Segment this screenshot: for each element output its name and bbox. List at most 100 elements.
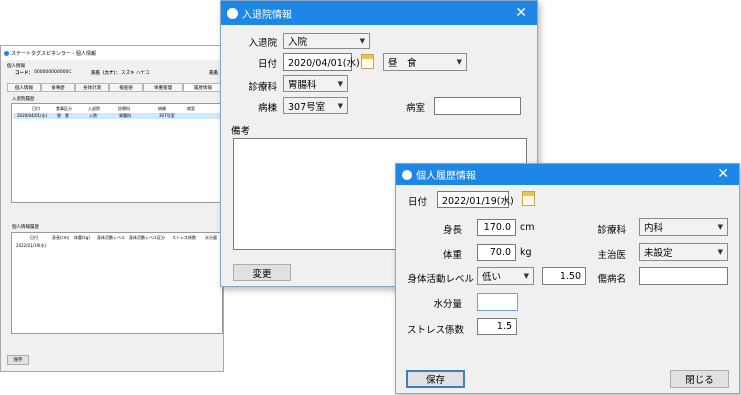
app-logo-icon	[4, 50, 9, 56]
close-button[interactable]: 閉じる	[670, 370, 729, 388]
admission-select-value: 入院	[288, 37, 308, 48]
change-button[interactable]: 変更	[233, 264, 291, 281]
chevron-down-icon: ▼	[523, 272, 529, 280]
meal-select-value: 昼 食	[388, 58, 417, 69]
code-label: コード：	[15, 71, 33, 76]
department-label: 診療科	[597, 225, 626, 236]
weight-label: 体重	[442, 250, 462, 261]
name-kana-value: スズキ ハナコ	[121, 71, 150, 76]
main-save-button[interactable]: 保存	[7, 355, 29, 365]
height-unit: cm	[520, 222, 535, 233]
activity-level-label: 身体活動レベル	[407, 274, 474, 285]
ward-select-value: 307号室	[288, 101, 326, 113]
department-label: 診療科	[248, 82, 277, 93]
admission-dialog-titlebar: 入退院情報 ✕	[221, 1, 537, 25]
doctor-label: 主治医	[597, 250, 626, 261]
admission-dialog-title: 入退院情報	[242, 9, 292, 21]
close-icon[interactable]: ✕	[717, 166, 729, 182]
chevron-down-icon: ▼	[717, 223, 723, 231]
date-label: 日付	[408, 197, 428, 208]
table-cell: 胃腸科	[119, 113, 131, 118]
water-field[interactable]	[477, 293, 518, 311]
date-field[interactable]: 2020/04/01(水)	[283, 53, 360, 71]
department-select-value: 内科	[644, 223, 664, 234]
tab-nutrition[interactable]: 栄養管理	[143, 83, 183, 92]
weight-field[interactable]: 70.0	[477, 244, 516, 261]
grid-header: 病室	[187, 106, 195, 111]
water-label: 水分量	[433, 299, 462, 310]
main-window: ステートタグスピネンラー - 個人情報 個人情報 コード： 0000000000…	[0, 45, 224, 372]
chevron-down-icon: ▼	[337, 101, 343, 110]
department-select-value: 胃腸科	[288, 79, 317, 91]
height-label: 身長	[442, 225, 462, 236]
calendar-icon[interactable]	[361, 54, 374, 69]
main-window-title: ステートタグスピネンラー - 個人情報	[11, 50, 96, 57]
name-kana-label: 氏名（カナ）：	[91, 71, 121, 76]
grid-header: 体重(kg)	[74, 235, 90, 240]
grid-header: 診療科	[118, 106, 130, 111]
grid-header: 水分量	[205, 235, 217, 240]
personal-dialog-titlebar: 個人履歴情報 ✕	[396, 164, 739, 185]
table-cell: 307号室	[159, 113, 175, 118]
admission-label: 入退院	[248, 38, 277, 49]
stress-coefficient-field[interactable]: 1.5	[477, 318, 517, 335]
disease-field[interactable]	[639, 267, 728, 285]
activity-level-select[interactable]: 低い ▼	[477, 267, 534, 285]
calendar-icon[interactable]	[522, 191, 535, 206]
date-label: 日付	[257, 59, 277, 70]
height-field[interactable]: 170.0	[477, 219, 516, 236]
table-cell: 入院	[89, 113, 97, 118]
room-label: 病室	[406, 103, 426, 114]
save-button[interactable]: 保存	[406, 370, 465, 388]
disease-label: 傷病名	[597, 274, 626, 285]
weight-unit: kg	[520, 247, 532, 258]
ward-label: 病棟	[257, 103, 277, 114]
grid-header: 入退院	[88, 106, 100, 111]
department-select[interactable]: 内科 ▼	[639, 218, 728, 236]
app-logo-icon	[227, 7, 238, 19]
personal-history-dialog: 個人履歴情報 ✕ 日付 2022/01/19(水) 身長 170.0 cm 体重…	[395, 163, 740, 394]
personal-dialog-title: 個人履歴情報	[416, 171, 476, 182]
meal-select[interactable]: 昼 食 ▼	[383, 53, 467, 71]
header-label: 個人情報	[7, 64, 25, 69]
ward-select[interactable]: 307号室 ▼	[283, 97, 348, 114]
tab-personal-info[interactable]: 個人情報	[7, 83, 41, 92]
chevron-down-icon: ▼	[359, 37, 365, 45]
grid-header: 身体活動レベル	[97, 235, 125, 240]
admission-history-label: 入退院履歴	[12, 97, 35, 102]
department-select[interactable]: 胃腸科 ▼	[283, 75, 348, 92]
grid-header: 病棟	[158, 106, 166, 111]
tab-body-measurement[interactable]: 身体計測	[75, 83, 109, 92]
grid-header: 身体活動レベル区分	[129, 235, 165, 240]
admission-select[interactable]: 入院 ▼	[283, 33, 370, 49]
tab-history[interactable]: 履歴情報	[183, 83, 223, 92]
activity-level-select-value: 低い	[482, 272, 502, 283]
stress-coefficient-label: ストレス係数	[406, 325, 464, 336]
personal-history-label: 個人情報履歴	[12, 225, 39, 230]
name-label: 氏名	[209, 71, 218, 76]
grid-header: ストレス係数	[172, 235, 196, 240]
chevron-down-icon: ▼	[456, 58, 462, 66]
chevron-down-icon: ▼	[337, 79, 343, 88]
personal-history-grid[interactable]: 日付 身長(cm) 体重(kg) 身体活動レベル 身体活動レベル区分 ストレス係…	[11, 232, 223, 334]
grid-header: 身長(cm)	[52, 235, 70, 240]
notes-label: 備考	[231, 126, 251, 137]
activity-level-number[interactable]: 1.50	[542, 267, 586, 285]
tab-meal-history[interactable]: 食事歴	[41, 83, 75, 92]
chevron-down-icon: ▼	[717, 248, 723, 256]
grid-header: 日付	[32, 106, 40, 111]
main-window-titlebar: ステートタグスピネンラー - 個人情報	[1, 46, 223, 60]
code-value: 000000000000C	[34, 70, 72, 75]
table-row[interactable]: 2020/04/01(水) 昼 食 入院 胃腸科 307号室	[13, 113, 221, 119]
date-field[interactable]: 2022/01/19(水)	[437, 191, 514, 208]
table-cell: 2022/01/19(水)	[16, 243, 47, 248]
close-icon[interactable]: ✕	[515, 5, 527, 21]
grid-header: 日付	[30, 235, 38, 240]
tab-test-values[interactable]: 検査値	[109, 83, 143, 92]
admission-history-grid[interactable]: 日付 食事区分 入退院 診療科 病棟 病室 2020/04/01(水) 昼 食 …	[11, 103, 223, 203]
table-cell: 2020/04/01(水)	[17, 113, 48, 118]
doctor-select[interactable]: 未設定 ▼	[639, 243, 728, 261]
table-cell: 昼 食	[57, 113, 69, 118]
room-field[interactable]	[434, 97, 521, 115]
doctor-select-value: 未設定	[644, 248, 673, 259]
